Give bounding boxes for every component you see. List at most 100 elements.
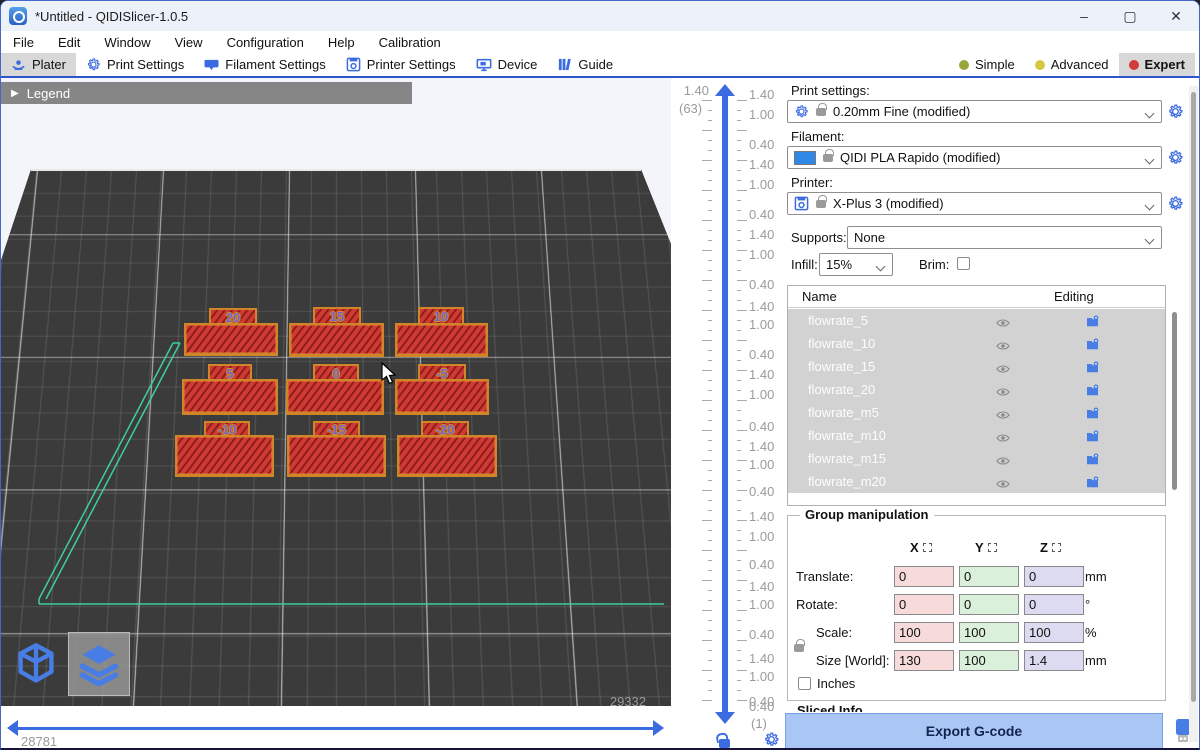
object-row-flowrate_m5[interactable]: flowrate_m5	[788, 401, 1165, 424]
visibility-eye-icon[interactable]	[996, 430, 1010, 448]
edit-object-icon[interactable]	[1086, 360, 1099, 378]
object-row-flowrate_m15[interactable]: flowrate_m15	[788, 447, 1165, 470]
edit-object-icon[interactable]	[1086, 475, 1099, 493]
flowrate-object-tab[interactable]: 15	[313, 307, 361, 323]
tab-guide[interactable]: Guide	[547, 53, 623, 76]
move-slider-track[interactable]	[17, 727, 653, 730]
filament-gear-button[interactable]	[1167, 149, 1185, 167]
visibility-eye-icon[interactable]	[996, 384, 1010, 402]
view-layers-button[interactable]	[68, 632, 130, 696]
gm-input-1-z[interactable]: 0	[1024, 594, 1084, 615]
flowrate-object-20[interactable]	[184, 323, 278, 356]
tab-filament-settings[interactable]: Filament Settings	[194, 53, 335, 76]
flowrate-object-tab[interactable]: -5	[418, 364, 466, 380]
flowrate-object-tab[interactable]: -10	[204, 421, 250, 436]
flowrate-object-tab[interactable]: 20	[209, 308, 257, 324]
edit-object-icon[interactable]	[1086, 452, 1099, 470]
gm-input-0-x[interactable]: 0	[894, 566, 954, 587]
flowrate-object-tab[interactable]: 0	[313, 364, 359, 380]
object-row-flowrate_10[interactable]: flowrate_10	[788, 332, 1165, 355]
menu-item-file[interactable]: File	[1, 35, 46, 50]
slider-unlock-icon[interactable]	[719, 733, 730, 748]
menu-item-configuration[interactable]: Configuration	[215, 35, 316, 50]
gm-input-2-y[interactable]: 100	[959, 622, 1019, 643]
object-list-scrollbar[interactable]	[1172, 312, 1177, 490]
print-settings-gear-button[interactable]	[1167, 103, 1185, 121]
minimize-button[interactable]: –	[1061, 1, 1107, 31]
gm-input-2-z[interactable]: 100	[1024, 622, 1084, 643]
gm-input-0-y[interactable]: 0	[959, 566, 1019, 587]
flowrate-object-5[interactable]	[182, 379, 278, 415]
legend-bar[interactable]: ▶ Legend	[1, 82, 412, 104]
gm-input-1-x[interactable]: 0	[894, 594, 954, 615]
visibility-eye-icon[interactable]	[996, 476, 1010, 494]
viewport-3d[interactable]: 20 15 10 5 0 -5 -10 -15 -20 ▶ Legend	[1, 78, 671, 706]
filament-combo[interactable]: QIDI PLA Rapido (modified)	[787, 146, 1162, 169]
object-row-flowrate_20[interactable]: flowrate_20	[788, 378, 1165, 401]
gm-input-3-x[interactable]: 130	[894, 650, 954, 671]
edit-object-icon[interactable]	[1086, 337, 1099, 355]
mode-simple[interactable]: Simple	[949, 53, 1025, 76]
mode-advanced[interactable]: Advanced	[1025, 53, 1119, 76]
visibility-eye-icon[interactable]	[996, 315, 1010, 333]
edit-object-icon[interactable]	[1086, 429, 1099, 447]
flowrate-object-10[interactable]	[395, 323, 488, 357]
maximize-button[interactable]: ▢	[1107, 1, 1153, 31]
menu-item-window[interactable]: Window	[92, 35, 162, 50]
flowrate-object--20[interactable]	[397, 435, 497, 477]
edit-object-icon[interactable]	[1086, 314, 1099, 332]
gm-input-3-z[interactable]: 1.4	[1024, 650, 1084, 671]
supports-combo[interactable]: None	[847, 226, 1162, 249]
visibility-eye-icon[interactable]	[996, 338, 1010, 356]
visibility-eye-icon[interactable]	[996, 453, 1010, 471]
object-row-flowrate_m10[interactable]: flowrate_m10	[788, 424, 1165, 447]
sidebar-scrollbar[interactable]	[1189, 86, 1198, 742]
edit-object-icon[interactable]	[1086, 406, 1099, 424]
printer-gear-button[interactable]	[1167, 195, 1185, 213]
flowrate-object--15[interactable]	[287, 435, 386, 477]
print-settings-combo[interactable]: 0.20mm Fine (modified)	[787, 100, 1162, 123]
menu-item-calibration[interactable]: Calibration	[367, 35, 453, 50]
gm-input-3-y[interactable]: 100	[959, 650, 1019, 671]
mode-expert[interactable]: Expert	[1119, 53, 1195, 76]
object-row-flowrate_m20[interactable]: flowrate_m20	[788, 470, 1165, 493]
close-button[interactable]: ✕	[1153, 1, 1199, 31]
inches-checkbox[interactable]	[798, 677, 811, 690]
menu-item-view[interactable]: View	[163, 35, 215, 50]
slider-settings-icon[interactable]	[763, 731, 780, 750]
flowrate-object-tab[interactable]: -15	[313, 421, 360, 436]
flowrate-object-tab[interactable]: 5	[208, 364, 252, 380]
gm-input-0-z[interactable]: 0	[1024, 566, 1084, 587]
flowrate-object--5[interactable]	[395, 379, 489, 415]
visibility-eye-icon[interactable]	[996, 361, 1010, 379]
tab-plater[interactable]: Plater	[1, 53, 76, 76]
tab-print-settings[interactable]: Print Settings	[76, 53, 194, 76]
gm-input-2-x[interactable]: 100	[894, 622, 954, 643]
menu-item-help[interactable]: Help	[316, 35, 367, 50]
printer-combo[interactable]: X-Plus 3 (modified)	[787, 192, 1162, 215]
scale-lock-icon[interactable]	[794, 638, 804, 652]
visibility-eye-icon[interactable]	[996, 407, 1010, 425]
layer-slider-track[interactable]	[722, 96, 728, 720]
layer-slider-top-handle[interactable]	[715, 84, 735, 96]
tab-printer-settings[interactable]: Printer Settings	[336, 53, 466, 76]
flowrate-object-tab[interactable]: 10	[418, 307, 464, 323]
export-gcode-button[interactable]: Export G-code	[785, 713, 1163, 749]
edit-object-icon[interactable]	[1086, 383, 1099, 401]
flowrate-object-tab[interactable]: -20	[421, 421, 469, 436]
view-3d-button[interactable]	[5, 632, 67, 696]
object-row-flowrate_5[interactable]: flowrate_5	[788, 309, 1165, 332]
flowrate-object-0[interactable]	[286, 379, 384, 415]
brim-checkbox[interactable]	[957, 257, 970, 270]
menu-item-edit[interactable]: Edit	[46, 35, 92, 50]
tab-device[interactable]: Device	[466, 53, 548, 76]
flowrate-object--10[interactable]	[175, 435, 274, 477]
gm-input-1-y[interactable]: 0	[959, 594, 1019, 615]
object-row-flowrate_15[interactable]: flowrate_15	[788, 355, 1165, 378]
layer-slider-bottom-handle[interactable]	[715, 712, 735, 724]
infill-combo[interactable]: 15%	[819, 253, 893, 276]
layer-slider[interactable]: 1.40 (63) 1.401.000.401.401.000.401.401.…	[671, 78, 785, 750]
gcode-move-slider[interactable]: 29332 28781	[1, 706, 671, 750]
move-slider-right-arrow[interactable]	[653, 720, 664, 736]
flowrate-object-15[interactable]	[289, 323, 384, 357]
